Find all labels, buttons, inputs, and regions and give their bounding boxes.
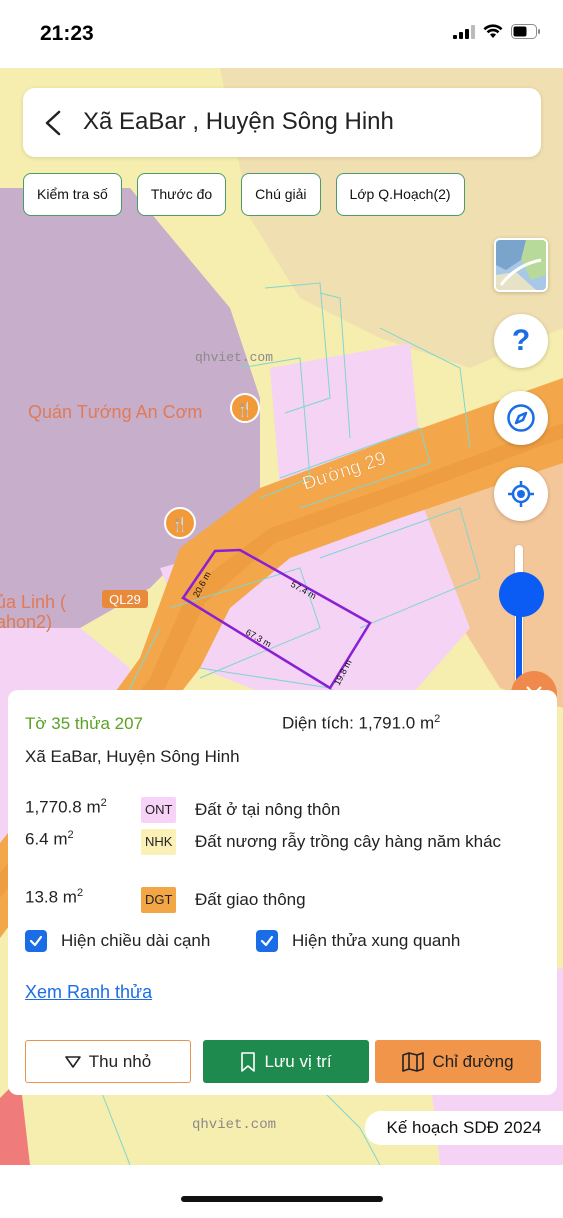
partial-place-label-2: ahon2): [0, 612, 52, 632]
route-badge: QL29: [109, 592, 141, 607]
my-location-button[interactable]: [494, 467, 548, 521]
triangle-down-icon: [64, 1055, 81, 1068]
svg-text:🍴: 🍴: [236, 401, 253, 418]
chip-check-number[interactable]: Kiểm tra số: [23, 173, 122, 216]
plan-year-badge[interactable]: Kế hoạch SDĐ 2024: [365, 1111, 563, 1145]
route-label: Chỉ đường: [432, 1051, 514, 1071]
landuse-code: ONT: [141, 797, 177, 823]
parcel-info-panel: Tờ 35 thửa 207 Diện tích: 1,791.0 m2 Xã …: [8, 690, 557, 1095]
status-time: 21:23: [40, 22, 94, 45]
bookmark-icon: [241, 1051, 256, 1072]
watermark: qhviet.com: [195, 350, 273, 365]
restaurant-pin-icon-2[interactable]: 🍴: [164, 507, 196, 539]
header-bar: Xã EaBar , Huyện Sông Hinh: [23, 88, 541, 157]
location-title: Xã EaBar , Huyện Sông Hinh: [83, 108, 394, 135]
save-location-button[interactable]: Lưu vị trí: [203, 1040, 369, 1083]
landuse-code: DGT: [141, 887, 177, 913]
svg-text:🍴: 🍴: [171, 516, 188, 533]
check-icon: [29, 935, 43, 947]
checkbox-neighbors[interactable]: [256, 930, 278, 952]
help-button[interactable]: ?: [494, 314, 548, 368]
home-indicator[interactable]: [181, 1196, 383, 1202]
check-icon: [260, 935, 274, 947]
landuse-desc: Đất giao thông: [195, 890, 306, 909]
map-icon: [402, 1051, 425, 1072]
save-label: Lưu vị trí: [264, 1051, 332, 1071]
parcel-location: Xã EaBar, Huyện Sông Hinh: [25, 747, 240, 766]
landuse-amount: 1,770.8 m2: [25, 797, 107, 817]
neighbors-label: Hiện thửa xung quanh: [292, 931, 461, 950]
compass-icon: [507, 404, 535, 432]
landuse-desc: Đất nương rẫy trồng cây hàng năm khác: [195, 832, 502, 851]
checkbox-edge-lengths[interactable]: [25, 930, 47, 952]
signal-icon: [453, 24, 475, 39]
edge-lengths-label: Hiện chiều dài cạnh: [61, 931, 211, 950]
restaurant-pin-icon[interactable]: 🍴: [230, 393, 260, 423]
landuse-desc: Đất ở tại nông thôn: [195, 800, 341, 819]
landuse-code: NHK: [141, 829, 177, 855]
chip-legend[interactable]: Chú giải: [241, 173, 321, 216]
collapse-button[interactable]: Thu nhỏ: [25, 1040, 191, 1083]
battery-icon: [511, 24, 540, 39]
locate-icon: [508, 481, 534, 507]
chip-ruler[interactable]: Thước đo: [136, 173, 227, 216]
collapse-label: Thu nhỏ: [88, 1051, 152, 1071]
sheet-parcel-id: Tờ 35 thửa 207: [25, 714, 143, 733]
chip-planning-layer[interactable]: Lớp Q.Hoạch(2): [335, 173, 465, 216]
map-layer-toggle[interactable]: [494, 238, 548, 292]
tool-chips: Kiểm tra số Thước đo Chú giải Lớp Q.Hoạc…: [23, 173, 465, 216]
area-unit-sup: 2: [434, 713, 441, 725]
landuse-amount: 6.4 m2: [25, 829, 74, 849]
toggle-neighbors[interactable]: Hiện thửa xung quanh: [256, 930, 460, 952]
status-icons: [453, 24, 541, 39]
area-value: Diện tích: 1,791.0 m2: [282, 713, 440, 734]
toggle-edge-lengths[interactable]: Hiện chiều dài cạnh: [25, 930, 210, 952]
help-icon: ?: [511, 324, 531, 357]
area-label: Diện tích: 1,791.0 m: [282, 713, 435, 733]
wifi-icon: [483, 24, 503, 38]
partial-place-label: ủa Linh (: [0, 592, 66, 612]
poi-label: Quán Tướng An Cơm: [28, 402, 202, 422]
directions-button[interactable]: Chỉ đường: [375, 1040, 541, 1083]
status-bar: 21:23: [0, 0, 563, 68]
watermark-bottom: qhviet.com: [192, 1117, 276, 1133]
compass-button[interactable]: [494, 391, 548, 445]
satellite-map-icon: [496, 240, 546, 290]
landuse-amount: 13.8 m2: [25, 887, 84, 907]
view-boundary-link[interactable]: Xem Ranh thửa: [25, 982, 152, 1003]
slider-thumb[interactable]: [499, 572, 544, 617]
back-chevron-icon[interactable]: [41, 108, 67, 138]
